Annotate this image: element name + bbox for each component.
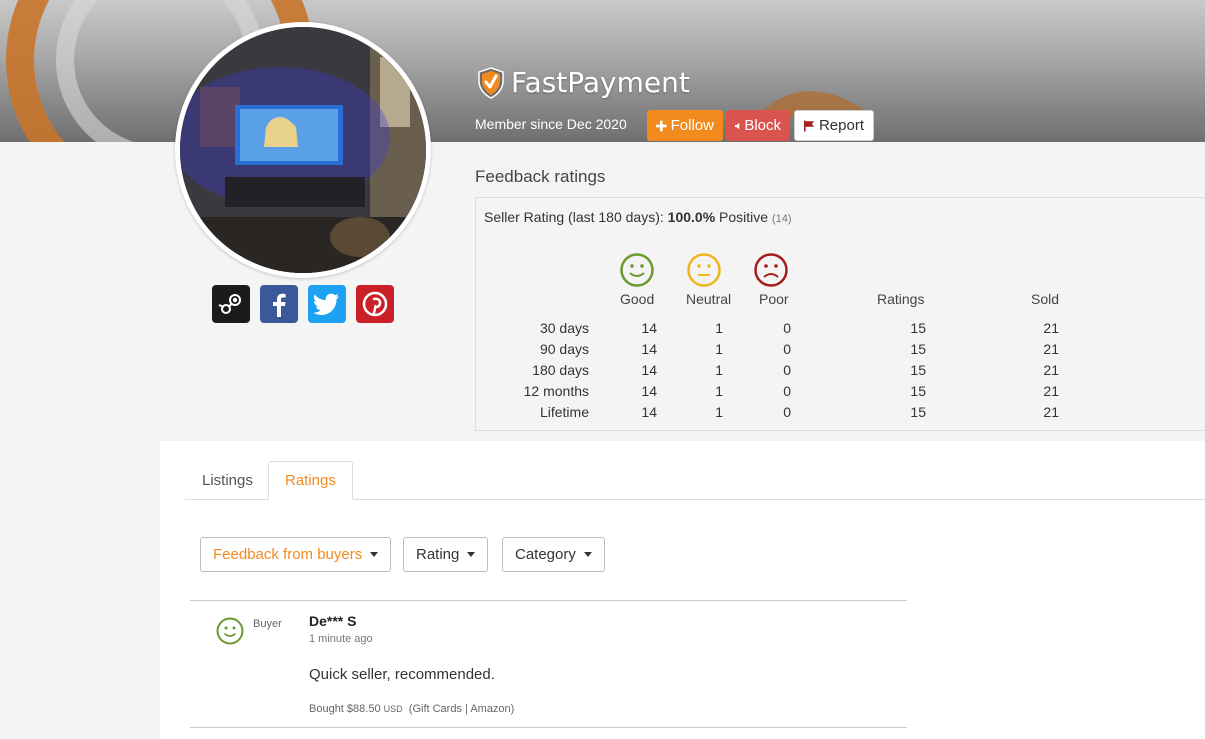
- cell-sold: 21: [1043, 362, 1059, 378]
- reviewer-name: De*** S: [309, 613, 357, 629]
- tab-listings[interactable]: Listings: [186, 461, 269, 500]
- header-ratings: Ratings: [877, 291, 925, 307]
- plus-icon: [656, 120, 667, 131]
- seller-rating-value: 100.0%: [667, 209, 716, 225]
- report-button[interactable]: Report: [794, 110, 874, 141]
- review-text: Quick seller, recommended.: [309, 666, 495, 683]
- header-neutral: Neutral: [686, 291, 732, 307]
- seller-rating-count: (14): [771, 213, 792, 225]
- cell-sold: 21: [1043, 404, 1059, 420]
- seller-rating: Seller Rating (last 180 days): 100.0% Po…: [484, 209, 792, 225]
- cell-poor: 0: [783, 383, 791, 399]
- profile-username: FastPayment: [511, 66, 690, 99]
- rating-filter-dropdown[interactable]: Rating: [403, 537, 489, 572]
- cell-poor: 0: [783, 404, 791, 420]
- cell-sold: 21: [1043, 341, 1059, 357]
- review-category: (Gift Cards | Amazon): [408, 703, 515, 715]
- category-filter-dropdown[interactable]: Category: [502, 537, 605, 572]
- caret-down-icon: [583, 552, 592, 557]
- cell-sold: 21: [1043, 383, 1059, 399]
- poor-face-icon: [754, 253, 788, 287]
- feedback-panel: Seller Rating (last 180 days): 100.0% Po…: [475, 197, 1205, 431]
- review-meta: Bought $88.50 USD (Gift Cards | Amazon): [309, 703, 514, 715]
- header-good: Good: [620, 291, 655, 307]
- main-card: Listings Ratings Feedback from buyers Ra…: [160, 441, 1205, 739]
- cell-poor: 0: [783, 341, 791, 357]
- caret-down-icon: [370, 552, 379, 557]
- cell-poor: 0: [783, 362, 791, 378]
- neutral-face-icon: [687, 253, 721, 287]
- cell-poor: 0: [783, 320, 791, 336]
- header-poor: Poor: [759, 291, 789, 307]
- caret-down-icon: [467, 552, 476, 557]
- cell-ratings: 15: [910, 362, 926, 378]
- review-bought: Bought $88.50: [309, 703, 381, 715]
- avatar-image: [180, 27, 426, 273]
- mute-icon: [735, 122, 740, 129]
- reviewer-role: Buyer: [253, 618, 282, 630]
- rating-filter-label: Rating: [416, 546, 460, 563]
- good-face-icon: [216, 617, 244, 645]
- seller-rating-label: Seller Rating (last 180 days):: [484, 209, 664, 225]
- twitter-icon[interactable]: [308, 285, 346, 323]
- feedback-title: Feedback ratings: [475, 167, 606, 186]
- tab-ratings[interactable]: Ratings: [268, 461, 353, 500]
- feedback-filter-dropdown[interactable]: Feedback from buyers: [200, 537, 392, 572]
- steam-icon[interactable]: [212, 285, 250, 323]
- cell-ratings: 15: [910, 404, 926, 420]
- facebook-icon[interactable]: [260, 285, 298, 323]
- follow-button[interactable]: Follow: [647, 110, 723, 141]
- feedback-filter-label: Feedback from buyers: [213, 546, 363, 563]
- follow-label: Follow: [670, 117, 714, 134]
- cell-ratings: 15: [910, 320, 926, 336]
- pinterest-icon[interactable]: [356, 285, 394, 323]
- header-sold: Sold: [1031, 291, 1060, 307]
- flag-icon: [804, 120, 815, 131]
- block-label: Block: [744, 117, 781, 134]
- seller-rating-positive: Positive: [719, 209, 769, 225]
- category-filter-label: Category: [515, 546, 576, 563]
- good-face-icon: [620, 253, 654, 287]
- cell-ratings: 15: [910, 341, 926, 357]
- review-separator: [190, 727, 907, 728]
- review-time: 1 minute ago: [309, 633, 373, 645]
- social-links: [212, 285, 394, 323]
- verified-shield-icon: [477, 67, 505, 104]
- review-separator: [190, 600, 907, 601]
- profile-avatar: [175, 22, 431, 278]
- cell-ratings: 15: [910, 383, 926, 399]
- report-label: Report: [818, 117, 864, 134]
- review-currency: USD: [383, 704, 403, 714]
- cell-sold: 21: [1043, 320, 1059, 336]
- member-since: Member since Dec 2020: [475, 116, 627, 132]
- block-button[interactable]: Block: [726, 110, 790, 141]
